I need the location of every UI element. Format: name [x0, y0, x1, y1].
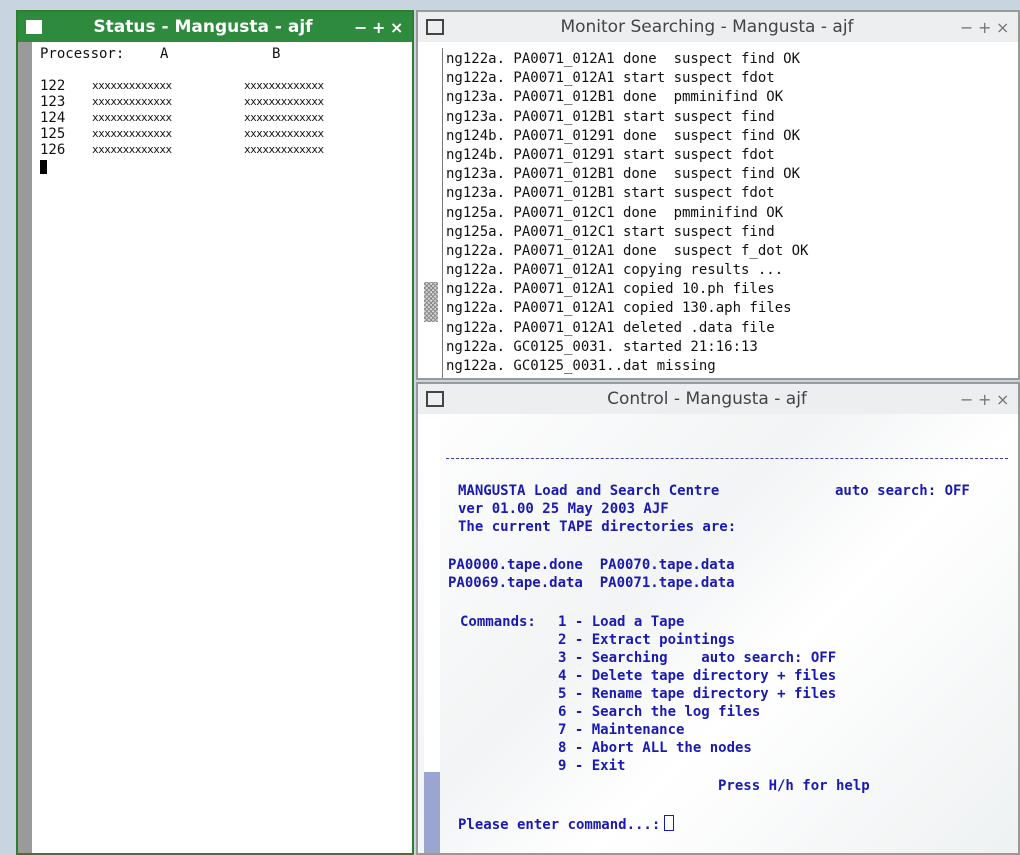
tape-dirs-row: PA0000.tape.done PA0070.tape.data [448, 557, 735, 573]
log-line: ng125a. PA0071_012C1 done pmminifind OK [446, 204, 784, 221]
terminal-cursor [40, 160, 47, 174]
command-item: 2 - Extract pointings [558, 632, 736, 648]
commands-label: Commands: [460, 614, 536, 630]
row-value-a: xxxxxxxxxxxxx [92, 95, 172, 108]
row-value-a: xxxxxxxxxxxxx [92, 127, 172, 140]
log-line: ng122a. PA0071_012A1 copied 130.aph file… [446, 300, 792, 317]
processor-label: Processor: [40, 46, 125, 62]
command-item: 4 - Delete tape directory + files [558, 668, 837, 684]
app-heading: MANGUSTA Load and Search Centre [458, 483, 720, 499]
log-line: ng124b. PA0071_01291 start suspect fdot [446, 146, 775, 163]
minimize-icon[interactable]: − [960, 390, 973, 409]
prompt-label: Please enter command...: [458, 817, 661, 833]
maximize-icon[interactable]: + [372, 18, 385, 37]
row-value-a: xxxxxxxxxxxxx [92, 111, 172, 124]
minimize-icon[interactable]: − [354, 18, 367, 37]
control-titlebar[interactable]: Control - Mangusta - ajf − + × [418, 384, 1018, 414]
log-line: ng122a. PA0071_012A1 done suspect find O… [446, 51, 801, 67]
command-item: 3 - Searching auto search: OFF [558, 650, 837, 666]
monitor-titlebar[interactable]: Monitor Searching - Mangusta - ajf − + × [418, 12, 1018, 42]
processor-col-b: B [272, 46, 281, 62]
close-icon[interactable]: × [996, 18, 1009, 37]
row-value-b: xxxxxxxxxxxxx [244, 111, 324, 124]
status-row: 123 xxxxxxxxxxxxx xxxxxxxxxxxxx [40, 94, 408, 110]
status-row: 125 xxxxxxxxxxxxx xxxxxxxxxxxxx [40, 126, 408, 142]
auto-search-status: auto search: OFF [835, 483, 970, 499]
row-value-b: xxxxxxxxxxxxx [244, 95, 324, 108]
command-item: 5 - Rename tape directory + files [558, 686, 837, 702]
log-line: ng123a. PA0071_012B1 start suspect fdot [446, 185, 775, 202]
window-menu-icon[interactable] [426, 391, 444, 407]
control-window-title: Control - Mangusta - ajf [607, 389, 807, 409]
tape-dirs-row: PA0069.tape.data PA0071.tape.data [448, 575, 735, 591]
monitor-log: ng122a. PA0071_012A1 done suspect find O… [446, 50, 1014, 378]
monitor-window: Monitor Searching - Mangusta - ajf − + ×… [416, 10, 1020, 380]
control-terminal: MANGUSTA Load and Search Centre auto sea… [440, 414, 1014, 853]
status-row: 122 xxxxxxxxxxxxx xxxxxxxxxxxxx [40, 78, 408, 94]
status-titlebar[interactable]: Status - Mangusta - ajf − + × [18, 12, 412, 42]
row-number: 124 [40, 110, 66, 126]
log-line: ng122a. PA0071_012A1 start suspect fdot [446, 70, 775, 87]
close-icon[interactable]: × [996, 390, 1009, 409]
status-row: 124 xxxxxxxxxxxxx xxxxxxxxxxxxx [40, 110, 408, 126]
row-number: 125 [40, 126, 66, 142]
maximize-icon[interactable]: + [978, 390, 991, 409]
row-number: 123 [40, 94, 66, 110]
log-line: ng125a. PA0071_012C1 start suspect find [446, 223, 775, 240]
log-line: ng123a. PA0071_012B1 done pmminifind OK [446, 89, 784, 106]
command-item: 6 - Search the log files [558, 704, 761, 720]
log-line: ng122a. PA0071_012A1 copying results ... [446, 262, 784, 279]
command-item: 8 - Abort ALL the nodes [558, 740, 752, 756]
log-line: ng122a. PA0071_012A1 copied 10.ph files [446, 281, 775, 298]
window-menu-icon[interactable] [26, 20, 42, 34]
control-scrollbar[interactable] [424, 420, 440, 853]
command-item: 7 - Maintenance [558, 722, 685, 738]
monitor-scrollbar[interactable] [424, 48, 438, 378]
status-window-title: Status - Mangusta - ajf [93, 17, 313, 37]
command-item: 9 - Exit [558, 758, 626, 774]
log-line: ng122a. PA0071_012A1 done suspect f_dot … [446, 242, 809, 259]
command-prompt[interactable]: Please enter command...: [458, 815, 675, 834]
log-line: ng123a. PA0071_012B1 start suspect find [446, 108, 775, 125]
monitor-scroll-thumb[interactable] [424, 282, 438, 322]
input-cursor[interactable] [664, 815, 675, 831]
window-menu-icon[interactable] [426, 19, 444, 35]
version-line: ver 01.00 25 May 2003 AJF [458, 501, 669, 517]
log-line: ng123a. PA0071_012B1 done suspect find O… [446, 166, 801, 183]
dirs-intro: The current TAPE directories are: [458, 519, 737, 535]
row-number: 126 [40, 142, 66, 158]
status-content: Processor: A B 122 xxxxxxxxxxxxx xxxxxxx… [40, 46, 408, 853]
row-value-a: xxxxxxxxxxxxx [92, 143, 172, 156]
log-line: ng122a. GC0125_0031..dat missing [446, 358, 716, 374]
log-line: ng122a. GC0125_0031. started 21:16:13 [446, 338, 758, 355]
monitor-window-title: Monitor Searching - Mangusta - ajf [560, 17, 854, 37]
status-row: 126 xxxxxxxxxxxxx xxxxxxxxxxxxx [40, 142, 408, 158]
log-line: ng124b. PA0071_01291 done suspect find O… [446, 127, 801, 144]
control-window: Control - Mangusta - ajf − + × MANGUSTA … [416, 382, 1020, 855]
control-scroll-thumb[interactable] [424, 772, 440, 853]
status-scrollbar[interactable] [18, 42, 32, 853]
separator-line [446, 458, 1008, 459]
log-line: ng122a. PA0071_012A1 deleted .data file [446, 319, 775, 336]
status-window: Status - Mangusta - ajf − + × Processor:… [16, 10, 414, 855]
processor-col-a: A [160, 46, 169, 62]
row-value-b: xxxxxxxxxxxxx [244, 127, 324, 140]
row-number: 122 [40, 78, 66, 94]
close-icon[interactable]: × [390, 18, 403, 37]
status-scroll-thumb[interactable] [18, 42, 32, 853]
maximize-icon[interactable]: + [978, 18, 991, 37]
row-value-b: xxxxxxxxxxxxx [244, 143, 324, 156]
minimize-icon[interactable]: − [960, 18, 973, 37]
row-value-b: xxxxxxxxxxxxx [244, 79, 324, 92]
row-value-a: xxxxxxxxxxxxx [92, 79, 172, 92]
help-hint: Press H/h for help [718, 778, 870, 794]
command-item: 1 - Load a Tape [558, 614, 685, 630]
